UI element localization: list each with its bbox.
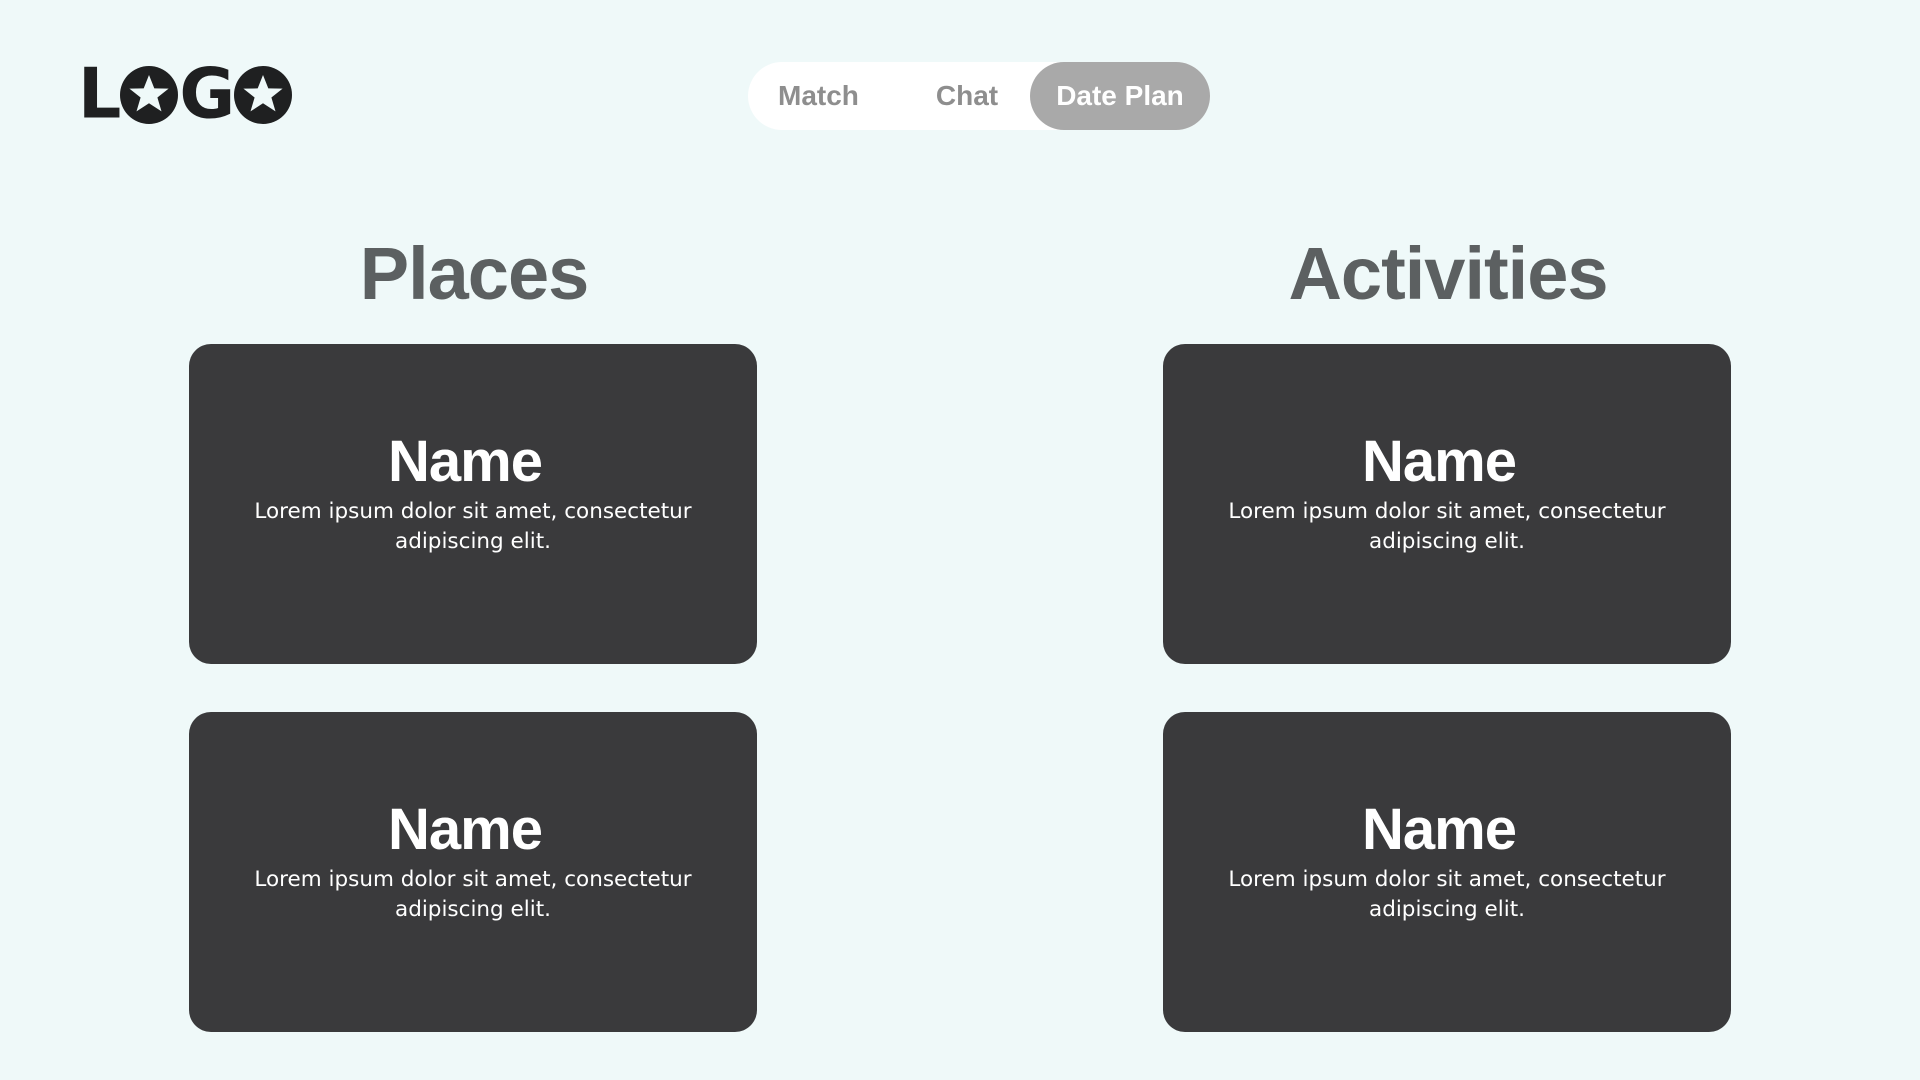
places-heading: Places bbox=[359, 232, 590, 315]
card-description: Lorem ipsum dolor sit amet, consectetur … bbox=[254, 499, 692, 554]
main-nav: Match Chat Date Plan bbox=[748, 62, 1210, 130]
star-circle-icon bbox=[120, 66, 179, 124]
place-card[interactable]: Name Lorem ipsum dolor sit amet, consect… bbox=[189, 344, 757, 664]
place-card[interactable]: Name Lorem ipsum dolor sit amet, consect… bbox=[189, 712, 757, 1032]
activities-heading: Activities bbox=[1288, 232, 1608, 315]
activity-card[interactable]: Name Lorem ipsum dolor sit amet, consect… bbox=[1163, 712, 1731, 1032]
date-plan-page: L G Match Chat Date Plan Places Activiti… bbox=[0, 0, 1920, 1080]
logo[interactable]: L G bbox=[78, 60, 293, 129]
card-name: Name bbox=[388, 429, 543, 494]
activity-card[interactable]: Name Lorem ipsum dolor sit amet, consect… bbox=[1163, 344, 1731, 664]
tab-chat[interactable]: Chat bbox=[906, 62, 1028, 130]
card-description: Lorem ipsum dolor sit amet, consectetur … bbox=[1228, 867, 1666, 922]
card-name: Name bbox=[1362, 797, 1517, 862]
tab-match[interactable]: Match bbox=[748, 62, 906, 130]
card-name: Name bbox=[388, 797, 543, 862]
card-description: Lorem ipsum dolor sit amet, consectetur … bbox=[1228, 499, 1666, 554]
tab-date-plan[interactable]: Date Plan bbox=[1030, 62, 1210, 130]
star-circle-icon bbox=[234, 66, 293, 124]
card-description: Lorem ipsum dolor sit amet, consectetur … bbox=[254, 867, 692, 922]
logo-letter-l: L bbox=[78, 54, 121, 135]
card-name: Name bbox=[1362, 429, 1517, 494]
logo-letter-g: G bbox=[179, 54, 235, 135]
